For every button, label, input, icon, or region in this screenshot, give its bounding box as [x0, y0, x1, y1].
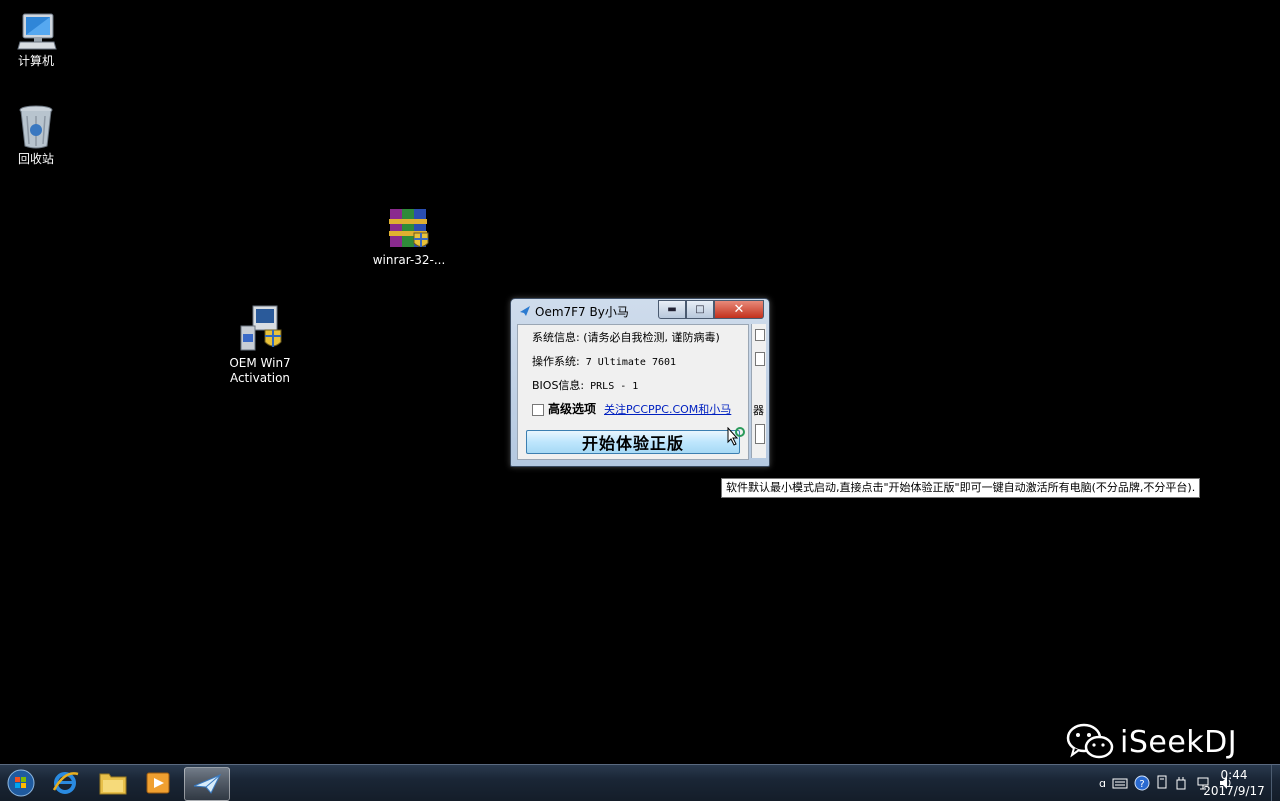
- side-checkbox[interactable]: [755, 329, 765, 341]
- advanced-row: 高级选项 关注PCCPPC.COM和小马: [532, 400, 731, 417]
- close-button[interactable]: ✕: [714, 300, 764, 319]
- start-activation-button[interactable]: 开始体验正版: [526, 430, 740, 454]
- usb-device-icon[interactable]: [1174, 775, 1190, 791]
- side-label: 器: [753, 404, 764, 417]
- wechat-icon: [1066, 723, 1114, 759]
- advanced-options-label[interactable]: 高级选项: [548, 402, 596, 416]
- clock-time: 0:44: [1220, 768, 1248, 782]
- window-titlebar[interactable]: Oem7F7 By小马 ▬ □ ✕: [511, 299, 769, 323]
- close-icon: ✕: [733, 302, 745, 317]
- paper-plane-icon: [520, 306, 530, 316]
- activation-window: Oem7F7 By小马 ▬ □ ✕ 系统信息: (请务必自我检测, 谨防病毒) …: [510, 298, 770, 467]
- watermark-text: iSeekDJ: [1120, 724, 1238, 760]
- desktop-icon-winrar[interactable]: winrar-32-...: [364, 205, 454, 268]
- internet-explorer-icon: [52, 772, 79, 794]
- side-field[interactable]: [755, 352, 765, 366]
- taskbar-media-player[interactable]: [137, 767, 179, 799]
- desktop: 计算机 回收站 winrar-32-... OEM Win7 Activatio…: [0, 0, 1280, 764]
- os-label: 操作系统:: [532, 355, 580, 368]
- keyboard-icon[interactable]: [1112, 776, 1128, 790]
- bios-label: BIOS信息:: [532, 379, 585, 392]
- winrar-icon: [389, 209, 429, 247]
- paper-plane-icon: [193, 774, 222, 794]
- taskbar-internet-explorer[interactable]: [44, 767, 86, 799]
- taskbar: ɑ ? 0:44 2017/9/17: [0, 764, 1280, 801]
- tooltip: 软件默认最小模式启动,直接点击"开始体验正版"即可一键自动激活所有电脑(不分品牌…: [721, 478, 1201, 498]
- desktop-icon-label: winrar-32-...: [372, 253, 446, 267]
- taskbar-explorer[interactable]: [92, 767, 134, 799]
- show-desktop-button[interactable]: [1271, 765, 1280, 801]
- minimize-button[interactable]: ▬: [658, 300, 686, 319]
- desktop-icon-label: 计算机: [17, 54, 54, 68]
- desktop-icon-label: OEM Win7 Activation: [215, 356, 305, 386]
- clock-date: 2017/9/17: [1203, 784, 1265, 798]
- help-icon[interactable]: ?: [1134, 775, 1150, 791]
- desktop-icon-computer[interactable]: 计算机: [0, 12, 81, 69]
- bios-row: BIOS信息: PRLS - 1: [532, 377, 638, 393]
- window-client-area: 系统信息: (请务必自我检测, 谨防病毒) 操作系统: 7 Ultimate 76…: [517, 324, 749, 460]
- folder-icon: [99, 773, 127, 795]
- desktop-icon-recycle-bin[interactable]: 回收站: [0, 104, 81, 167]
- input-method-icon[interactable]: [1156, 775, 1168, 791]
- minimize-icon: ▬: [667, 304, 677, 315]
- maximize-button[interactable]: □: [686, 300, 714, 319]
- bios-value: PRLS - 1: [590, 381, 639, 392]
- tray-marker[interactable]: ɑ: [1099, 777, 1106, 790]
- svg-text:?: ?: [1139, 779, 1144, 790]
- windows-orb-icon: [7, 769, 35, 797]
- start-button[interactable]: [0, 767, 42, 799]
- side-button[interactable]: [755, 424, 765, 444]
- system-info-label: 系统信息: (请务必自我检测, 谨防病毒): [532, 331, 720, 344]
- desktop-icon-label-line1: OEM Win7: [229, 356, 291, 370]
- mouse-cursor-icon: [727, 427, 745, 446]
- advanced-options-checkbox[interactable]: [532, 404, 544, 416]
- setup-icon: [240, 305, 282, 351]
- taskbar-clock[interactable]: 0:44 2017/9/17: [1198, 767, 1270, 799]
- maximize-icon: □: [695, 304, 705, 315]
- computer-icon: [17, 13, 57, 50]
- window-title: Oem7F7 By小马: [535, 305, 629, 319]
- watermark: iSeekDJ: [1066, 722, 1237, 762]
- pccppc-link[interactable]: 关注PCCPPC.COM和小马: [604, 403, 731, 416]
- os-row: 操作系统: 7 Ultimate 7601: [532, 353, 676, 369]
- desktop-icon-label-line2: Activation: [229, 371, 291, 385]
- os-value: 7 Ultimate 7601: [585, 357, 677, 368]
- desktop-icon-label: 回收站: [17, 152, 54, 166]
- taskbar-oem-activation[interactable]: [184, 767, 230, 801]
- recycle-bin-icon: [19, 105, 53, 149]
- window-side-panel: 器: [751, 324, 766, 458]
- desktop-icon-oem-activation[interactable]: OEM Win7 Activation: [215, 304, 305, 386]
- media-player-icon: [146, 772, 170, 794]
